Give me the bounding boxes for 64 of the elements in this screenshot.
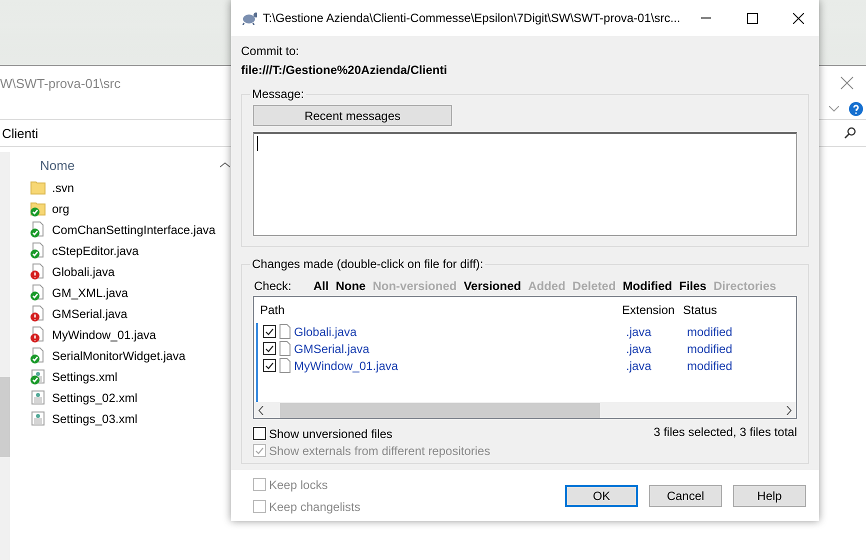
file-name[interactable]: GM_XML.java xyxy=(52,286,128,300)
turtle-icon xyxy=(241,11,257,25)
sort-caret-icon xyxy=(220,162,230,168)
file-icon xyxy=(279,324,291,339)
scroll-left-icon[interactable] xyxy=(258,406,264,414)
commit-url: file:///T:/Gestione%20Azienda/Clienti xyxy=(241,63,448,77)
column-header[interactable]: Path xyxy=(254,303,616,317)
scroll-right-icon[interactable] xyxy=(786,406,792,414)
file-name[interactable]: cStepEditor.java xyxy=(52,244,139,258)
column-header[interactable]: Nome xyxy=(30,153,230,177)
status-cell-text: modified xyxy=(686,342,734,356)
status-cell-text: modified xyxy=(686,324,734,338)
check-link[interactable]: None xyxy=(336,279,366,293)
checkbox[interactable] xyxy=(253,427,266,440)
file-name[interactable]: SerialMonitorWidget.java xyxy=(52,348,186,362)
selection-summary: 3 files selected, 3 files total xyxy=(654,425,797,439)
file-path[interactable]: GMSerial.java xyxy=(294,342,370,356)
file-name[interactable]: ComChanSettingInterface.java xyxy=(52,222,216,236)
close-icon[interactable] xyxy=(793,12,804,24)
check-label: Check: xyxy=(254,279,292,293)
file-name[interactable]: .svn xyxy=(52,180,74,194)
option-label[interactable]: Show unversioned files xyxy=(269,426,392,440)
help-icon[interactable] xyxy=(849,102,863,116)
window-title: W\SWT-prova-01\src xyxy=(0,76,121,90)
address-text: Clienti xyxy=(2,126,38,140)
file-name[interactable]: org xyxy=(52,202,70,216)
check-link[interactable]: Versioned xyxy=(464,279,522,293)
file-path[interactable]: MyWindow_01.java xyxy=(294,358,398,372)
checkbox[interactable] xyxy=(263,359,276,372)
minimize-icon[interactable] xyxy=(701,17,712,19)
message-field[interactable] xyxy=(253,132,797,236)
checkbox[interactable] xyxy=(263,342,276,355)
file-name[interactable]: GMSerial.java xyxy=(52,306,128,320)
check-link[interactable]: Files xyxy=(679,279,706,293)
chevron-icon[interactable] xyxy=(829,106,839,112)
group-label: Message: xyxy=(251,87,306,101)
file-icon xyxy=(279,358,291,373)
extension-cell-text: .java xyxy=(625,324,652,338)
column-header[interactable]: Status xyxy=(677,303,796,317)
file-icon xyxy=(279,341,291,356)
extension-cell-text: .java xyxy=(625,342,652,356)
recent-messages-button[interactable]: Recent messages xyxy=(253,105,452,126)
file-name[interactable]: Settings_03.xml xyxy=(52,412,138,426)
checkbox[interactable] xyxy=(263,325,276,338)
check-link[interactable]: Modified xyxy=(622,279,672,293)
group-label: Changes made (double-click on file for diff): xyxy=(251,257,484,271)
scrollbar[interactable] xyxy=(0,152,10,560)
file-name[interactable]: Settings_02.xml xyxy=(52,390,138,404)
file-path[interactable]: Globali.java xyxy=(294,324,357,338)
search-icon[interactable] xyxy=(844,127,856,139)
column-header[interactable]: Extension xyxy=(616,303,677,317)
status-cell-text: modified xyxy=(686,358,734,372)
dialog-button[interactable]: Cancel xyxy=(649,484,722,506)
extension-cell-text: .java xyxy=(625,358,652,372)
file-name[interactable]: Settings.xml xyxy=(52,370,118,384)
dialog-button[interactable]: OK xyxy=(565,484,638,506)
file-name[interactable]: Globali.java xyxy=(52,264,115,278)
dialog-button[interactable]: Help xyxy=(733,484,806,506)
horizontal-scrollbar[interactable] xyxy=(254,402,796,418)
check-link[interactable]: All xyxy=(313,279,329,293)
window-title: T:\Gestione Azienda\Clienti-Commesse\Epsilon\7Digit\SW\SWT-prova-01\src... xyxy=(262,11,680,25)
commit-label: Commit to: xyxy=(241,44,300,58)
file-name[interactable]: MyWindow_01.java xyxy=(52,328,156,342)
maximize-icon[interactable] xyxy=(747,12,758,24)
